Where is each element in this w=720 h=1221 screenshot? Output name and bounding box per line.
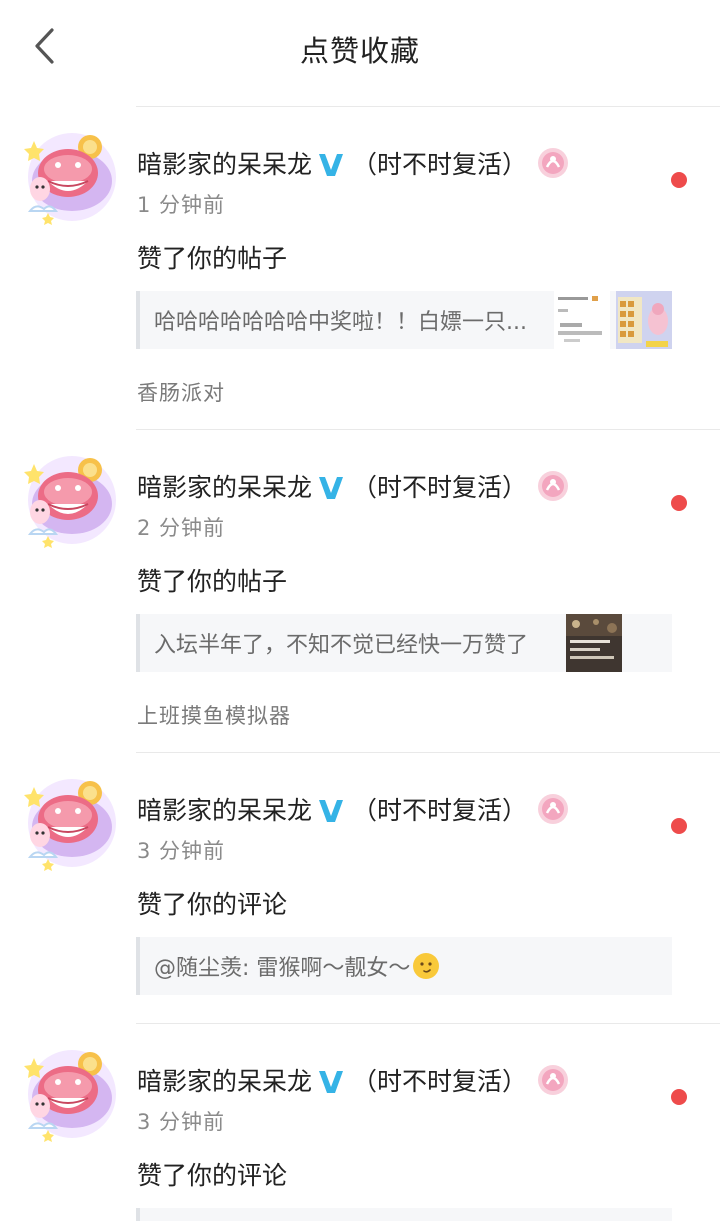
page-title: 点赞收藏 <box>299 34 420 68</box>
timestamp: 2 分钟前 <box>137 516 226 540</box>
timestamp: 1 分钟前 <box>137 193 226 217</box>
username-row: 暗影家的呆呆龙 （时不时复活） <box>137 789 569 829</box>
timestamp: 3 分钟前 <box>137 1110 226 1134</box>
action-text: 赞了你的评论 <box>137 890 288 919</box>
action-text: 赞了你的评论 <box>137 1161 288 1190</box>
verified-icon <box>316 1063 346 1097</box>
quoted-post-text: 入坛半年了，不知不觉已经快一万赞了 <box>154 633 529 658</box>
username-row: 暗影家的呆呆龙 （时不时复活） <box>137 143 569 183</box>
quoted-comment[interactable]: @随尘羡: 雷猴啊～靓女～ <box>136 937 672 995</box>
post-thumbnail <box>566 614 622 672</box>
quoted-post[interactable]: 入坛半年了，不知不觉已经快一万赞了 <box>136 614 672 672</box>
avatar[interactable] <box>22 775 118 871</box>
list-item[interactable]: 暗影家的呆呆龙 （时不时复活） 1 分钟前 赞了你的帖子 哈哈哈哈哈哈哈中奖啦！… <box>0 106 720 429</box>
username-suffix: （时不时复活） <box>352 150 528 179</box>
list-item[interactable]: 暗影家的呆呆龙 （时不时复活） 2 分钟前 赞了你的帖子 入坛半年了，不知不觉已… <box>0 429 720 752</box>
level-badge-icon <box>537 147 569 179</box>
username-row: 暗影家的呆呆龙 （时不时复活） <box>137 1060 569 1100</box>
avatar[interactable] <box>22 129 118 225</box>
username[interactable]: 暗影家的呆呆龙 <box>137 468 312 504</box>
top-bar: 点赞收藏 <box>0 0 720 96</box>
notification-list: 暗影家的呆呆龙 （时不时复活） 1 分钟前 赞了你的帖子 哈哈哈哈哈哈哈中奖啦！… <box>0 106 720 1221</box>
forum-name[interactable]: 上班摸鱼模拟器 <box>137 700 291 730</box>
avatar[interactable] <box>22 1046 118 1142</box>
post-thumbnail <box>554 291 610 349</box>
verified-icon <box>316 469 346 503</box>
verified-icon <box>316 792 346 826</box>
username[interactable]: 暗影家的呆呆龙 <box>137 791 312 827</box>
quoted-post[interactable]: 哈哈哈哈哈哈哈中奖啦！！白嫖一只... <box>136 291 672 349</box>
action-text: 赞了你的帖子 <box>137 244 288 273</box>
level-badge-icon <box>537 793 569 825</box>
unread-dot <box>671 818 687 834</box>
level-badge-icon <box>537 470 569 502</box>
username[interactable]: 暗影家的呆呆龙 <box>137 1062 312 1098</box>
username-suffix: （时不时复活） <box>352 796 528 825</box>
avatar[interactable] <box>22 452 118 548</box>
list-item[interactable]: 暗影家的呆呆龙 （时不时复活） 3 分钟前 赞了你的评论 @随尘羡: 雷猴啊～靓… <box>0 752 720 1023</box>
timestamp: 3 分钟前 <box>137 839 226 863</box>
username-row: 暗影家的呆呆龙 （时不时复活） <box>137 466 569 506</box>
quoted-post-text: 哈哈哈哈哈哈哈中奖啦！！白嫖一只... <box>154 310 527 335</box>
smirk-face-emoji <box>413 953 440 979</box>
post-thumbnail <box>616 291 672 349</box>
verified-icon <box>316 146 346 180</box>
username[interactable]: 暗影家的呆呆龙 <box>137 145 312 181</box>
username-suffix: （时不时复活） <box>352 1067 528 1096</box>
unread-dot <box>671 172 687 188</box>
level-badge-icon <box>537 1064 569 1096</box>
unread-dot <box>671 1089 687 1105</box>
action-text: 赞了你的帖子 <box>137 567 288 596</box>
quoted-comment[interactable] <box>136 1208 672 1221</box>
list-item[interactable]: 暗影家的呆呆龙 （时不时复活） 3 分钟前 赞了你的评论 <box>0 1023 720 1221</box>
quoted-comment-text: @随尘羡: 雷猴啊～靓女～ <box>154 956 411 981</box>
forum-name[interactable]: 香肠派对 <box>137 377 225 407</box>
unread-dot <box>671 495 687 511</box>
username-suffix: （时不时复活） <box>352 473 528 502</box>
